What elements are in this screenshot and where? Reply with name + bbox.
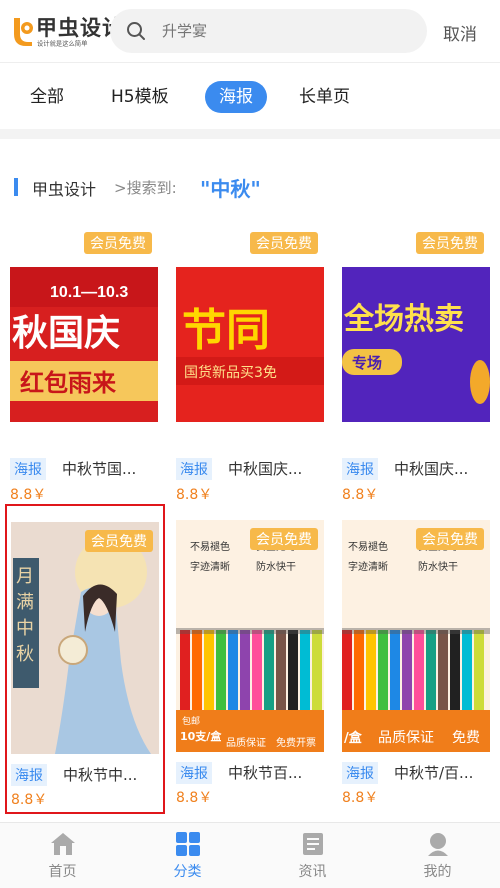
member-free-badge: 会员免费 bbox=[250, 232, 318, 254]
thumb-text: 红包雨来 bbox=[20, 369, 117, 397]
member-free-badge: 会员免费 bbox=[85, 530, 153, 552]
search-query: "中秋" bbox=[200, 177, 261, 201]
thumb-text: 中 bbox=[16, 618, 34, 639]
grid-icon bbox=[176, 832, 200, 856]
nav-profile[interactable]: 我的 bbox=[375, 823, 500, 888]
thumb-text: 字迹清晰 bbox=[348, 560, 388, 573]
beetle-logo-icon bbox=[14, 18, 33, 46]
category-tag: 海报 bbox=[11, 764, 47, 786]
nav-label: 资讯 bbox=[298, 864, 327, 880]
category-tag: 海报 bbox=[176, 762, 212, 784]
template-card[interactable]: 会员免费 节同 国货新品买3免 海报 中秋国庆... 8.8￥ bbox=[172, 222, 328, 512]
member-free-badge: 会员免费 bbox=[84, 232, 152, 254]
accent-bar bbox=[14, 178, 18, 196]
template-price: 8.8￥ bbox=[176, 790, 213, 806]
template-thumbnail[interactable]: 月 满 中 秋 bbox=[11, 522, 159, 754]
template-title: 中秋节百... bbox=[228, 764, 303, 782]
thumb-text: 专场 bbox=[352, 354, 382, 372]
nav-label: 分类 bbox=[173, 864, 202, 880]
category-tabs: 全部 H5模板 海报 长单页 bbox=[0, 63, 500, 129]
nav-label: 我的 bbox=[423, 864, 452, 880]
breadcrumb-home[interactable]: 甲虫设计 bbox=[32, 176, 96, 200]
search-box[interactable] bbox=[110, 9, 427, 53]
member-free-badge: 会员免费 bbox=[416, 232, 484, 254]
header: 甲虫设计 设计就是这么简单 取消 bbox=[0, 0, 500, 62]
template-price: 8.8￥ bbox=[11, 792, 48, 808]
member-free-badge: 会员免费 bbox=[250, 528, 318, 550]
tab-poster[interactable]: 海报 bbox=[205, 81, 267, 113]
category-tag: 海报 bbox=[342, 458, 378, 480]
nav-category[interactable]: 分类 bbox=[125, 823, 250, 888]
thumb-text: 10.1—10.3 bbox=[50, 284, 128, 301]
template-title: 中秋节中... bbox=[63, 766, 138, 784]
template-price: 8.8￥ bbox=[10, 487, 47, 503]
thumb-text: 全场热卖 bbox=[343, 302, 464, 337]
thumb-text: 满 bbox=[16, 592, 34, 613]
thumb-text: /盒 bbox=[344, 730, 363, 746]
thumb-text: 品质保证 bbox=[378, 730, 434, 746]
section-separator bbox=[0, 129, 500, 139]
thumb-text: 免费开票 bbox=[276, 736, 316, 749]
template-card[interactable]: 会员免费 全场热卖 专场 海报 中秋国庆... 8.8￥ bbox=[338, 222, 494, 512]
template-title: 中秋节/百... bbox=[394, 764, 474, 782]
member-free-badge: 会员免费 bbox=[416, 528, 484, 550]
news-icon bbox=[303, 833, 323, 855]
thumb-text: 10支/盒 bbox=[180, 729, 222, 743]
template-card[interactable]: 会员免费 10.1—10.3 秋国庆 红包雨来 海报 中秋节国... 8.8￥ bbox=[6, 222, 162, 512]
template-card[interactable]: 会员免费 不易褪色 安全无毒 字迹清晰 防水快干 bbox=[338, 504, 494, 814]
template-price: 8.8￥ bbox=[342, 790, 379, 806]
tab-all[interactable]: 全部 bbox=[30, 81, 64, 113]
logo-slogan: 设计就是这么简单 bbox=[37, 39, 88, 48]
thumb-text: 秋国庆 bbox=[12, 313, 120, 354]
thumb-text: 节同 bbox=[182, 305, 270, 356]
category-tag: 海报 bbox=[176, 458, 212, 480]
category-tag: 海报 bbox=[342, 762, 378, 784]
category-tag: 海报 bbox=[10, 458, 46, 480]
thumb-text: 不易褪色 bbox=[348, 540, 388, 553]
template-thumbnail[interactable]: 节同 国货新品买3免 bbox=[176, 267, 324, 422]
template-card[interactable]: 会员免费 不易褪色 安全无毒 字迹清晰 防水快干 bbox=[172, 504, 328, 814]
thumb-text: 秋 bbox=[16, 644, 34, 665]
template-title: 中秋国庆... bbox=[228, 460, 303, 478]
thumb-text: 免费 bbox=[452, 730, 480, 746]
template-thumbnail[interactable]: 不易褪色 安全无毒 字迹清晰 防水快干 /盒 品质保证 bbox=[342, 520, 490, 752]
cancel-button[interactable]: 取消 bbox=[443, 20, 477, 45]
thumb-text: 月 bbox=[16, 566, 34, 587]
home-icon bbox=[51, 833, 75, 855]
thumb-text: 包邮 bbox=[182, 715, 200, 727]
user-icon bbox=[428, 833, 448, 856]
thumb-text: 字迹清晰 bbox=[190, 560, 230, 573]
thumb-text: 品质保证 bbox=[226, 736, 266, 749]
bottom-nav: 首页 分类 资讯 我的 bbox=[0, 822, 500, 888]
thumb-text: 防水快干 bbox=[256, 560, 296, 573]
nav-label: 首页 bbox=[48, 864, 77, 880]
template-price: 8.8￥ bbox=[176, 487, 213, 503]
thumb-text: 国货新品买3免 bbox=[184, 364, 277, 381]
tab-long-page[interactable]: 长单页 bbox=[299, 81, 350, 113]
template-title: 中秋国庆... bbox=[394, 460, 469, 478]
tab-h5-template[interactable]: H5模板 bbox=[111, 81, 169, 113]
template-thumbnail[interactable]: 全场热卖 专场 bbox=[342, 267, 490, 422]
search-result-label: >搜索到: bbox=[114, 179, 177, 197]
template-title: 中秋节国... bbox=[62, 460, 137, 478]
template-thumbnail[interactable]: 不易褪色 安全无毒 字迹清晰 防水快干 包邮 10支/盒 bbox=[176, 520, 324, 752]
search-input[interactable] bbox=[162, 19, 412, 43]
template-price: 8.8￥ bbox=[342, 487, 379, 503]
nav-news[interactable]: 资讯 bbox=[250, 823, 375, 888]
template-card-selected[interactable]: 会员免费 月 满 中 秋 海报 中秋节中... 8.8￥ bbox=[5, 504, 165, 814]
search-icon bbox=[127, 22, 145, 40]
thumb-text: 不易褪色 bbox=[190, 540, 230, 553]
thumb-text: 防水快干 bbox=[418, 560, 458, 573]
logo[interactable]: 甲虫设计 设计就是这么简单 bbox=[10, 12, 123, 52]
nav-home[interactable]: 首页 bbox=[0, 823, 125, 888]
template-thumbnail[interactable]: 10.1—10.3 秋国庆 红包雨来 bbox=[10, 267, 158, 422]
